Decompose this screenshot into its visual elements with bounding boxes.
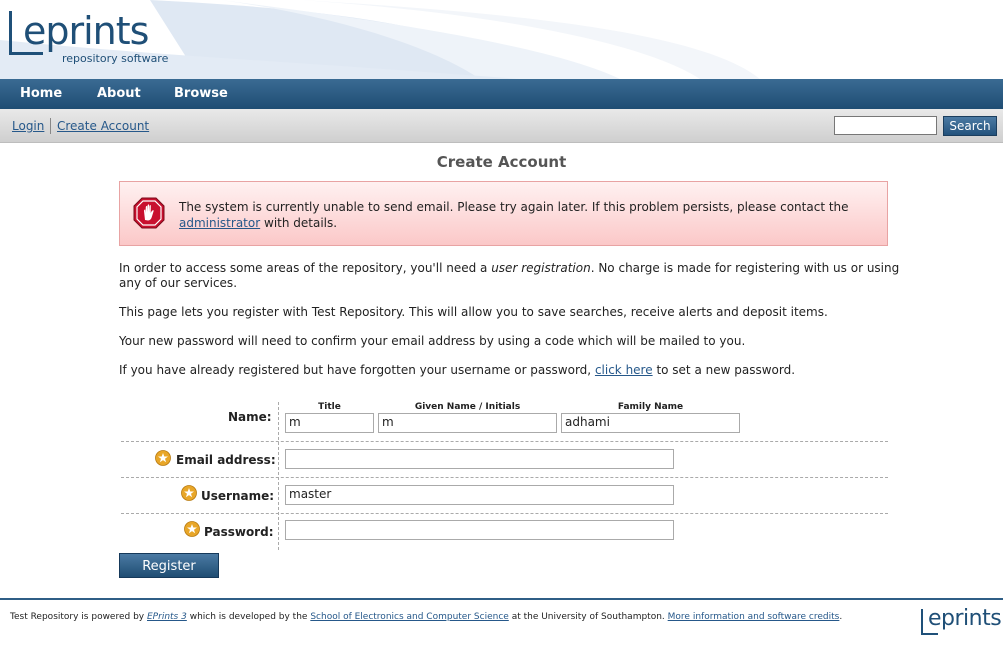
search-input[interactable]: [834, 116, 937, 135]
intro-text: to set a new password.: [656, 363, 796, 377]
family-name-sublabel: Family Name: [617, 402, 684, 412]
password-field[interactable]: [285, 520, 674, 540]
title-sublabel: Title: [318, 402, 341, 412]
administrator-link[interactable]: administrator: [179, 216, 260, 230]
footer-text: at the University of Southampton.: [511, 612, 665, 622]
eprints-link-text: EPrints 3: [147, 612, 187, 622]
footer-text: .: [839, 612, 843, 622]
given-name-sublabel: Given Name / Initials: [414, 402, 521, 412]
header-banner: eprints repository software: [0, 0, 1003, 79]
form-column-divider: [278, 402, 279, 550]
alert-message: The system is currently unable to send e…: [179, 199, 869, 231]
footer-logo-text: eprints: [928, 606, 1002, 631]
search-button[interactable]: Search: [943, 116, 997, 136]
footer-credits: Test Repository is powered by EPrints 3 …: [10, 612, 842, 622]
row-divider: [121, 513, 888, 514]
login-link[interactable]: Login: [12, 119, 44, 133]
eprints-link[interactable]: EPrints 3: [147, 612, 187, 622]
intro-paragraph-2: This page lets you register with Test Re…: [119, 305, 828, 319]
footer-divider: [0, 598, 1003, 600]
email-label: Email address:: [176, 453, 276, 467]
ecs-link[interactable]: School of Electronics and Computer Scien…: [310, 612, 508, 622]
register-button[interactable]: Register: [119, 553, 219, 578]
stop-hand-icon: [133, 197, 165, 229]
nav-browse[interactable]: Browse: [174, 86, 228, 101]
intro-paragraph-1: In order to access some areas of the rep…: [119, 261, 909, 291]
create-account-link[interactable]: Create Account: [57, 119, 149, 133]
logo-subtitle: repository software: [62, 52, 169, 65]
alert-text-before: The system is currently unable to send e…: [179, 200, 849, 214]
given-name-field[interactable]: m: [378, 413, 557, 433]
error-alert: The system is currently unable to send e…: [119, 181, 888, 246]
intro-paragraph-3: Your new password will need to confirm y…: [119, 334, 746, 348]
footer-text: Test Repository is powered by: [10, 612, 145, 622]
page-title: Create Account: [436, 153, 567, 171]
divider: [50, 118, 51, 134]
row-divider: [121, 477, 888, 478]
username-field[interactable]: master: [285, 485, 674, 505]
title-field[interactable]: m: [285, 413, 374, 433]
required-star-icon: [181, 485, 197, 501]
intro-text: If you have already registered but have …: [119, 363, 592, 377]
row-divider: [121, 441, 888, 442]
name-label: Name:: [228, 410, 272, 424]
logo-text: eprints: [23, 9, 149, 53]
password-label: Password:: [204, 525, 274, 539]
username-label: Username:: [201, 489, 275, 503]
nav-home[interactable]: Home: [20, 86, 62, 101]
banner-swoosh: [0, 0, 760, 79]
intro-text: In order to access some areas of the rep…: [119, 261, 488, 275]
family-name-field[interactable]: adhami: [561, 413, 740, 433]
main-nav: Home About Browse: [0, 79, 1003, 109]
intro-paragraph-4: If you have already registered but have …: [119, 363, 909, 378]
intro-emphasis: user registration: [491, 261, 591, 275]
reset-password-link[interactable]: click here: [595, 363, 653, 377]
nav-about[interactable]: About: [97, 86, 141, 101]
credits-link[interactable]: More information and software credits: [668, 612, 840, 622]
alert-text-after: with details.: [264, 216, 338, 230]
required-star-icon: [155, 450, 171, 466]
email-field[interactable]: [285, 449, 674, 469]
user-bar: Login Create Account Search: [0, 109, 1003, 143]
footer-text: which is developed by the: [189, 612, 308, 622]
required-star-icon: [184, 521, 200, 537]
